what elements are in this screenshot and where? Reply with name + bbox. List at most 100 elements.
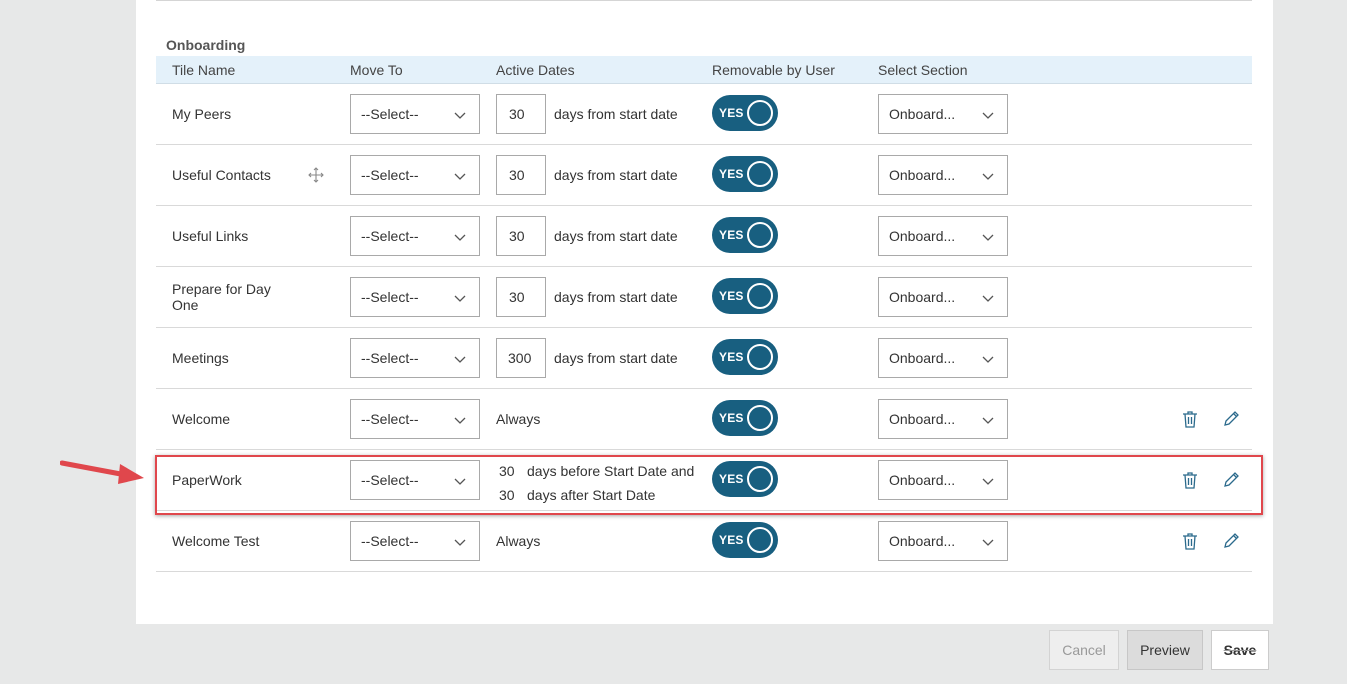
section-select[interactable]: Onboard... [878,338,1008,378]
table-header: Tile Name Move To Active Dates Removable… [156,56,1252,84]
move-to-value: --Select-- [361,350,419,366]
move-to-value: --Select-- [361,289,419,305]
removable-toggle[interactable]: YES [712,278,778,314]
section-value: Onboard... [889,228,956,244]
days-label: days from start date [554,350,678,366]
days-input[interactable]: 30 [496,216,546,256]
section-value: Onboard... [889,289,956,305]
section-select[interactable]: Onboard... [878,521,1008,561]
section-select[interactable]: Onboard... [878,460,1008,500]
toggle-knob [747,466,773,492]
days-label: days from start date [554,289,678,305]
section-title: Onboarding [166,37,246,53]
tile-name: PaperWork [172,472,242,488]
toggle-label: YES [719,228,744,242]
move-to-select[interactable]: --Select-- [350,216,480,256]
move-to-select[interactable]: --Select-- [350,155,480,195]
removable-toggle[interactable]: YES [712,156,778,192]
toggle-knob [747,527,773,553]
col-select-section: Select Section [878,62,968,78]
col-move-to: Move To [350,62,403,78]
tile-name: Welcome [172,411,231,427]
move-to-select[interactable]: --Select-- [350,338,480,378]
tile-name: Useful Contacts [172,167,271,183]
pencil-icon[interactable] [1221,409,1241,429]
chevron-down-icon [982,112,994,119]
chevron-down-icon [982,478,994,485]
removable-toggle[interactable]: YES [712,217,778,253]
cancel-button[interactable]: Cancel [1049,630,1119,670]
before-days-value: 30 [499,463,515,479]
days-label: days from start date [554,228,678,244]
section-value: Onboard... [889,472,956,488]
tile-name: Welcome Test [172,533,260,549]
section-select[interactable]: Onboard... [878,155,1008,195]
section-select[interactable]: Onboard... [878,94,1008,134]
tile-name: Prepare for Day One [172,281,271,313]
move-to-select[interactable]: --Select-- [350,277,480,317]
trash-icon[interactable] [1180,531,1200,551]
toggle-knob [747,344,773,370]
table-row: My Peers --Select-- 30 days from start d… [156,84,1252,145]
before-start-line: 30 days before Start Date and [499,463,694,479]
before-days-label: days before Start Date and [527,463,695,479]
pencil-icon[interactable] [1221,531,1241,551]
table-row: PaperWork --Select-- 30 days before Start… [156,450,1252,511]
move-to-value: --Select-- [361,533,419,549]
after-start-line: 30 days after Start Date [499,487,655,503]
chevron-down-icon [454,478,466,485]
trash-icon[interactable] [1180,470,1200,490]
table-row: Prepare for Day One --Select-- 30 days f… [156,267,1252,328]
move-to-select[interactable]: --Select-- [350,460,480,500]
move-to-value: --Select-- [361,411,419,427]
table-row: Welcome Test --Select-- Always YES Onboa… [156,511,1252,572]
move-to-select[interactable]: --Select-- [350,521,480,561]
toggle-knob [747,161,773,187]
move-to-value: --Select-- [361,167,419,183]
chevron-down-icon [982,173,994,180]
move-to-value: --Select-- [361,472,419,488]
move-to-value: --Select-- [361,228,419,244]
trash-icon[interactable] [1180,409,1200,429]
move-to-select[interactable]: --Select-- [350,94,480,134]
preview-button[interactable]: Preview [1127,630,1203,670]
col-tile-name: Tile Name [172,62,236,78]
removable-toggle[interactable]: YES [712,522,778,558]
table-row: Useful Links --Select-- 30 days from sta… [156,206,1252,267]
removable-toggle[interactable]: YES [712,339,778,375]
section-select[interactable]: Onboard... [878,399,1008,439]
toggle-label: YES [719,350,744,364]
move-to-select[interactable]: --Select-- [350,399,480,439]
col-active-dates: Active Dates [496,62,575,78]
toggle-label: YES [719,106,744,120]
days-input[interactable]: 30 [496,155,546,195]
top-divider [156,0,1252,1]
section-value: Onboard... [889,533,956,549]
tile-name: Useful Links [172,228,249,244]
days-label: days from start date [554,167,678,183]
removable-toggle[interactable]: YES [712,461,778,497]
toggle-label: YES [719,472,744,486]
chevron-down-icon [454,295,466,302]
move-to-value: --Select-- [361,106,419,122]
section-select[interactable]: Onboard... [878,216,1008,256]
days-input[interactable]: 300 [496,338,546,378]
move-arrows-icon[interactable] [308,167,324,183]
table-row: Meetings --Select-- 300 days from start … [156,328,1252,389]
toggle-knob [747,100,773,126]
removable-toggle[interactable]: YES [712,95,778,131]
toggle-knob [747,222,773,248]
days-input[interactable]: 30 [496,94,546,134]
after-days-label: days after Start Date [527,487,656,503]
save-button[interactable]: Save [1211,630,1269,670]
chevron-down-icon [454,417,466,424]
col-removable: Removable by User [712,62,835,78]
chevron-down-icon [454,356,466,363]
removable-toggle[interactable]: YES [712,400,778,436]
days-input[interactable]: 30 [496,277,546,317]
pencil-icon[interactable] [1221,470,1241,490]
tile-name: Meetings [172,350,229,366]
red-arrow-icon [60,460,144,484]
after-days-value: 30 [499,487,515,503]
section-select[interactable]: Onboard... [878,277,1008,317]
